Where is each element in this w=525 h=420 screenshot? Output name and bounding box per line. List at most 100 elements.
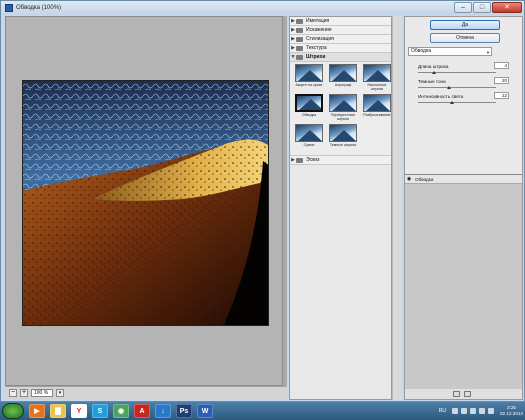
tray-icon[interactable] [461, 408, 467, 414]
filter-thumb-crosshatch[interactable]: Перекрестные штрихи [327, 94, 359, 122]
zoom-level-field[interactable]: 100 % [31, 389, 53, 397]
param-light-intensity: Интенсивность света 22 [418, 92, 522, 104]
category-label: Стилизация [306, 36, 334, 42]
filter-preview-thumbnail [363, 64, 391, 82]
taskbar-apps: ▶ ▇ Y S ◉ A ↓ Ps W [24, 404, 213, 418]
maximize-button[interactable]: □ [473, 2, 491, 13]
category-brush-strokes[interactable]: ▼ Штрихи [290, 53, 391, 62]
category-texture[interactable]: ▶ Текстура [290, 44, 391, 53]
file-explorer-taskbar-icon[interactable]: ▇ [50, 404, 66, 418]
folder-icon [296, 45, 303, 51]
filter-select-value: Обводка [411, 48, 432, 54]
preview-area[interactable] [5, 16, 283, 386]
folder-icon [296, 18, 303, 24]
filter-thumb-dark-strokes[interactable]: Темные штрихи [327, 124, 359, 152]
volume-icon[interactable] [488, 408, 494, 414]
slider-handle[interactable] [447, 86, 452, 89]
filter-thumb-label: Аэрограф [334, 83, 352, 87]
effect-layer-name: Обводка [415, 176, 434, 182]
filter-gallery-window: Обводка (100%) – □ ✕ − + 100 % ▾ ▶ Имита… [0, 0, 525, 402]
dune-image [23, 81, 268, 325]
filter-preview-thumbnail [329, 94, 357, 112]
slider-handle[interactable] [450, 101, 455, 104]
slider-track[interactable] [418, 72, 496, 73]
tray-icon[interactable] [470, 408, 476, 414]
media-player-taskbar-icon[interactable]: ▶ [29, 404, 45, 418]
slider-handle[interactable] [431, 71, 436, 74]
system-tray: RU 3:25 02.12.2014 [439, 402, 523, 420]
filter-select[interactable]: Обводка ▼ [408, 47, 492, 56]
preview-status-bar: − + 100 % ▾ [5, 386, 287, 399]
tray-icon[interactable] [452, 408, 458, 414]
effect-layer-row[interactable]: ◉ Обводка [405, 175, 522, 184]
filter-preview-thumbnail [295, 64, 323, 82]
param-value-field[interactable]: 22 [494, 92, 509, 99]
layer-controls [405, 389, 522, 399]
category-label: Текстура [306, 45, 327, 51]
network-taskbar-icon[interactable]: ◉ [113, 404, 129, 418]
param-value-field[interactable]: 4 [494, 62, 509, 69]
clock-date: 02.12.2014 [500, 411, 523, 416]
start-button[interactable] [2, 403, 24, 419]
window-controls: – □ ✕ [454, 2, 522, 13]
slider-track[interactable] [418, 87, 496, 88]
filter-thumb-label: Разбрызгивание [363, 113, 391, 117]
preview-vertical-scrollbar[interactable] [283, 16, 287, 386]
filter-preview-thumbnail [295, 124, 323, 142]
language-indicator[interactable]: RU [439, 408, 446, 414]
photoshop-icon [5, 4, 13, 12]
filter-thumb-label: Перекрестные штрихи [330, 113, 356, 121]
category-imitation[interactable]: ▶ Имитация [290, 17, 391, 26]
category-stylize[interactable]: ▶ Стилизация [290, 35, 391, 44]
effect-layers-list: ◉ Обводка [405, 174, 522, 389]
gallery-scrollbar[interactable] [392, 16, 402, 400]
new-effect-layer-icon[interactable] [453, 391, 460, 397]
filter-thumb-label: Обводка [301, 113, 317, 117]
zoom-in-button[interactable]: + [20, 389, 28, 397]
filter-thumb-spatter[interactable]: Разбрызгивание [361, 94, 391, 122]
filter-settings-panel: Да Отмена Обводка ▼ Длина штриха 4 Темны… [404, 16, 523, 400]
zoom-dropdown-icon[interactable]: ▾ [56, 389, 64, 397]
network-icon[interactable] [479, 408, 485, 414]
delete-effect-layer-icon[interactable] [464, 391, 471, 397]
filter-thumb-airbrush[interactable]: Аэрограф [327, 64, 359, 92]
title-bar: Обводка (100%) – □ ✕ [1, 1, 524, 15]
close-button[interactable]: ✕ [492, 2, 522, 13]
filter-thumb-label: Сумиэ [303, 143, 315, 147]
window-title: Обводка (100%) [16, 5, 62, 11]
folder-icon [296, 27, 303, 33]
filter-preview-thumbnail [363, 94, 391, 112]
category-distort[interactable]: ▶ Искажение [290, 26, 391, 35]
category-label: Эскиз [306, 157, 320, 163]
slider-track[interactable] [418, 102, 496, 103]
category-label: Штрихи [306, 54, 326, 60]
ok-button[interactable]: Да [430, 20, 500, 30]
folder-icon [296, 157, 303, 163]
zoom-out-button[interactable]: − [9, 389, 17, 397]
folder-open-icon [296, 54, 303, 60]
eye-icon[interactable]: ◉ [405, 176, 413, 182]
downloader-taskbar-icon[interactable]: ↓ [155, 404, 171, 418]
filter-thumb-sumi-e[interactable]: Сумиэ [293, 124, 325, 152]
category-label: Искажение [306, 27, 332, 33]
filter-thumb-ink-outlines[interactable]: Обводка [293, 94, 325, 122]
filter-thumb-angled-strokes[interactable]: Наклонные штрихи [361, 64, 391, 92]
skype-taskbar-icon[interactable]: S [92, 404, 108, 418]
filter-preview-thumbnail [329, 124, 357, 142]
chevron-down-icon: ▼ [486, 50, 490, 55]
word-taskbar-icon[interactable]: W [197, 404, 213, 418]
filter-thumb-accented-edges[interactable]: Акцент на краях [293, 64, 325, 92]
param-value-field[interactable]: 20 [494, 77, 509, 84]
folder-icon [296, 36, 303, 42]
minimize-button[interactable]: – [454, 2, 472, 13]
acrobat-taskbar-icon[interactable]: A [134, 404, 150, 418]
photoshop-taskbar-icon[interactable]: Ps [176, 404, 192, 418]
cancel-button[interactable]: Отмена [430, 33, 500, 43]
filter-thumb-label: Темные штрихи [329, 143, 357, 147]
category-sketch[interactable]: ▶ Эскиз [290, 156, 391, 165]
category-label: Имитация [306, 18, 330, 24]
preview-image[interactable] [22, 80, 269, 326]
clock[interactable]: 3:25 02.12.2014 [500, 405, 523, 417]
yandex-browser-taskbar-icon[interactable]: Y [71, 404, 87, 418]
filter-preview-thumbnail [329, 64, 357, 82]
